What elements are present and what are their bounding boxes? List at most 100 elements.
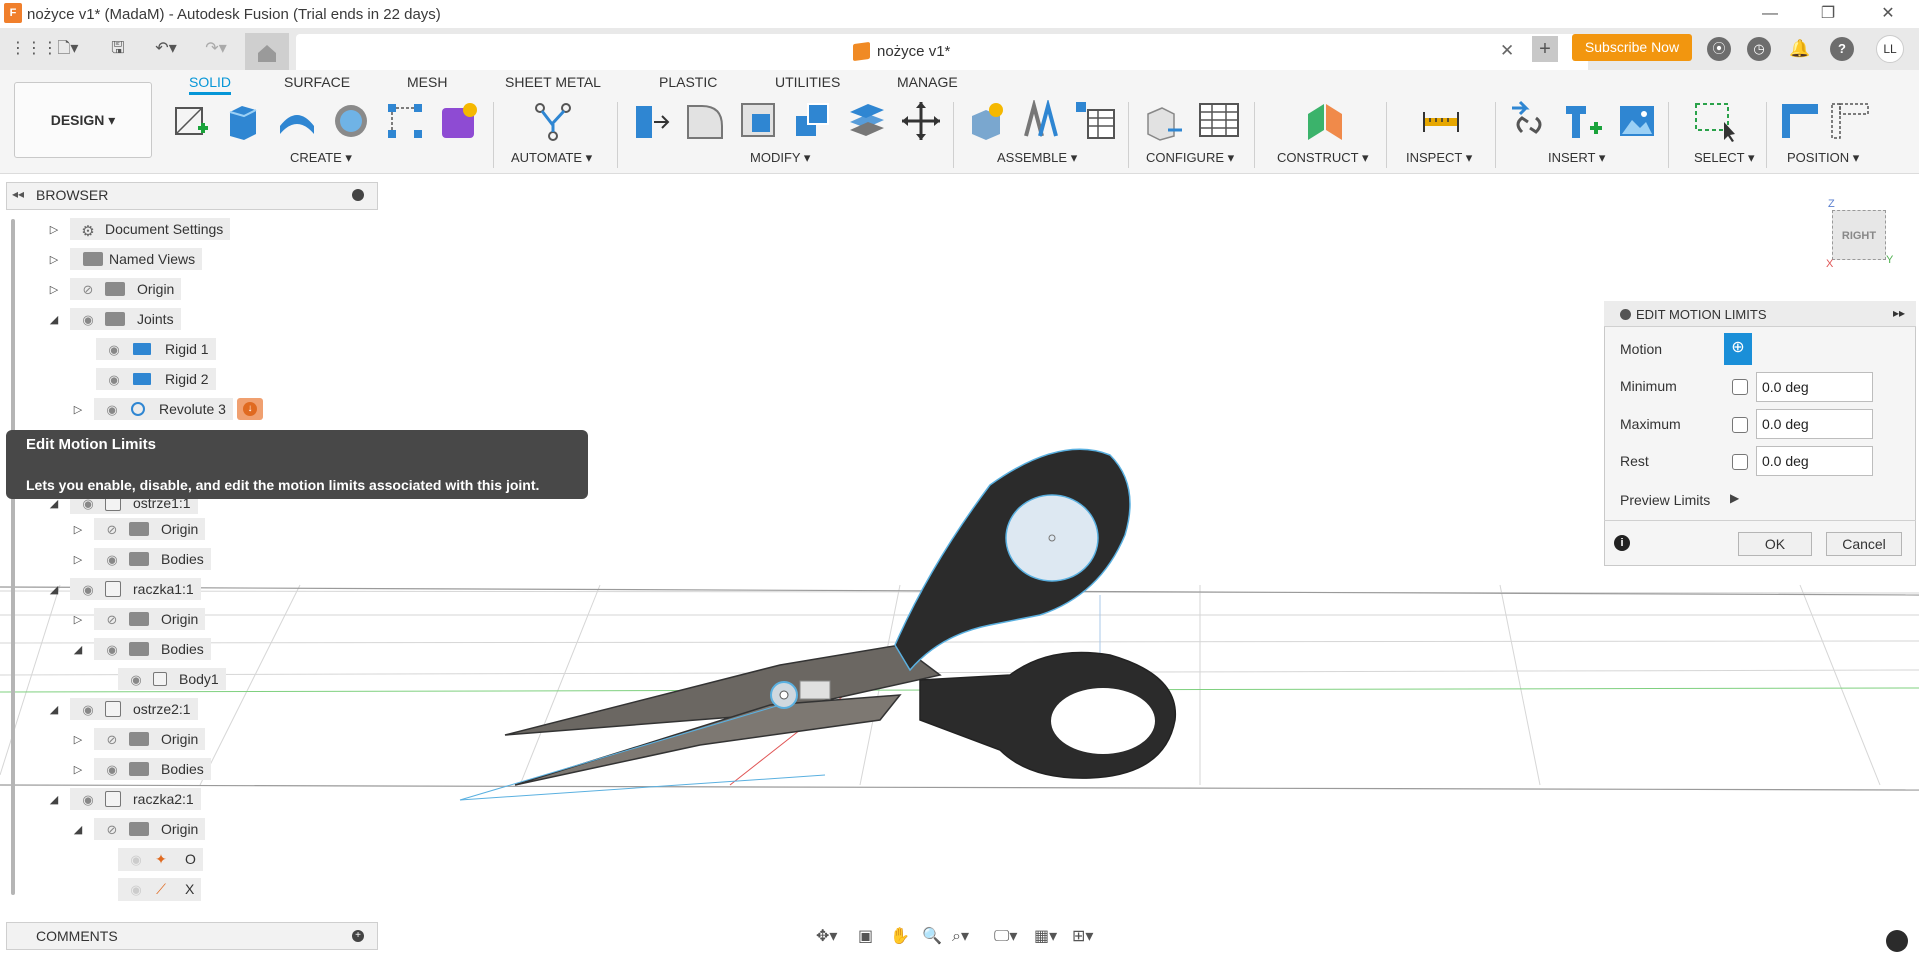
capture-position-icon[interactable] — [1780, 100, 1822, 142]
collapse-arrow-icon[interactable]: ◢ — [48, 793, 60, 806]
tree-item-ostrze2-bodies[interactable]: ▷ ◉ Bodies — [72, 757, 211, 781]
eye-icon[interactable]: ◉ — [101, 402, 123, 417]
browser-pin-icon[interactable] — [352, 189, 364, 201]
extrude-icon[interactable] — [222, 100, 264, 142]
eye-icon[interactable]: ◉ — [77, 312, 99, 327]
dialog-minus-icon[interactable] — [1620, 309, 1631, 320]
configure-dropdown[interactable]: CONFIGURE ▾ — [1146, 150, 1234, 166]
new-component-icon[interactable] — [966, 100, 1008, 142]
user-avatar[interactable]: LL — [1876, 35, 1904, 63]
viewports-icon[interactable]: ⊞▾ — [1072, 926, 1093, 946]
construct-plane-icon[interactable] — [1304, 100, 1346, 142]
tree-item-ostrze1-origin[interactable]: ▷ ⊘ Origin — [72, 517, 206, 541]
add-comment-icon[interactable]: + — [352, 930, 364, 942]
orbit-icon[interactable]: ✥▾ — [816, 926, 837, 946]
window-select-icon[interactable] — [1694, 100, 1736, 142]
tree-item-raczka1-origin[interactable]: ▷ ⊘ Origin — [72, 607, 206, 631]
tree-item-revolute-3[interactable]: ▷ ◉ Revolute 3 ↓ — [72, 397, 263, 421]
tree-item-rigid-1[interactable]: ◉ Rigid 1 — [96, 337, 216, 361]
tree-item-x-axis[interactable]: ◉ ⟋ X — [118, 877, 202, 901]
automate-icon[interactable] — [532, 100, 574, 142]
tree-item-ostrze1-bodies[interactable]: ▷ ◉ Bodies — [72, 547, 211, 571]
extensions-icon[interactable]: ⦿ — [1707, 37, 1731, 61]
revolve-icon[interactable] — [276, 100, 318, 142]
eye-icon[interactable]: ◉ — [101, 642, 123, 657]
new-tab-button[interactable]: + — [1532, 36, 1558, 62]
create-sketch-icon[interactable] — [170, 100, 212, 142]
home-button[interactable] — [245, 33, 289, 70]
shell-icon[interactable] — [738, 100, 780, 142]
eye-icon[interactable]: ◉ — [125, 672, 147, 687]
cancel-button[interactable]: Cancel — [1826, 532, 1902, 556]
expand-arrow-icon[interactable]: ▷ — [48, 223, 60, 236]
notifications-bell-icon[interactable]: 🔔 — [1788, 37, 1812, 61]
hole-icon[interactable] — [330, 100, 372, 142]
form-icon[interactable] — [438, 100, 480, 142]
tab-mesh[interactable]: MESH — [407, 74, 447, 90]
tree-item-raczka1-bodies[interactable]: ◢ ◉ Bodies — [72, 637, 211, 661]
move-copy-icon[interactable] — [900, 100, 942, 142]
position-dropdown[interactable]: POSITION ▾ — [1787, 150, 1859, 166]
configure-icon[interactable] — [1144, 100, 1186, 142]
eye-icon[interactable]: ◉ — [77, 582, 99, 597]
workspace-switcher-button[interactable]: DESIGN ▾ — [14, 82, 152, 158]
display-settings-icon[interactable]: 🖵▾ — [994, 926, 1017, 946]
tab-solid[interactable]: SOLID — [189, 74, 232, 95]
subscribe-button[interactable]: Subscribe Now — [1572, 34, 1692, 61]
fit-icon[interactable]: ⌕▾ — [952, 926, 969, 946]
revert-position-icon[interactable] — [1830, 100, 1872, 142]
construct-dropdown[interactable]: CONSTRUCT ▾ — [1277, 150, 1369, 166]
expand-arrow-icon[interactable]: ▷ — [72, 523, 84, 536]
motion-select-button[interactable]: ⊕ — [1724, 333, 1752, 365]
collapse-arrow-icon[interactable]: ◢ — [72, 823, 84, 836]
close-window-button[interactable]: ✕ — [1868, 2, 1908, 26]
job-status-clock-icon[interactable]: ◷ — [1747, 37, 1771, 61]
insert-derive-icon[interactable] — [1508, 100, 1550, 142]
tree-item-raczka2[interactable]: ◢ ◉ raczka2:1 — [48, 787, 201, 811]
tree-item-ostrze2-origin[interactable]: ▷ ⊘ Origin — [72, 727, 206, 751]
eye-icon[interactable]: ◉ — [101, 552, 123, 567]
eye-icon[interactable]: ◉ — [125, 882, 147, 897]
eye-icon[interactable]: ◉ — [77, 702, 99, 717]
save-icon[interactable]: 🖫 — [106, 37, 130, 61]
minimum-input[interactable]: 0.0 deg — [1756, 372, 1873, 402]
tree-item-named-views[interactable]: ▷ Named Views — [48, 247, 203, 271]
expand-arrow-icon[interactable]: ▷ — [48, 283, 60, 296]
collapse-arrow-icon[interactable]: ◢ — [48, 703, 60, 716]
info-icon[interactable]: i — [1614, 535, 1630, 551]
pan-icon[interactable]: ✋ — [890, 926, 910, 946]
inspect-dropdown[interactable]: INSPECT ▾ — [1406, 150, 1472, 166]
tree-item-body1[interactable]: ◉ Body1 — [118, 667, 226, 691]
tab-manage[interactable]: MANAGE — [897, 74, 958, 90]
insert-canvas-icon[interactable] — [1616, 100, 1658, 142]
tab-sheet-metal[interactable]: SHEET METAL — [505, 74, 601, 90]
undo-icon[interactable]: ↶▾ — [146, 37, 186, 61]
tab-plastic[interactable]: PLASTIC — [659, 74, 717, 90]
browser-scrollbar[interactable] — [11, 219, 15, 895]
eye-hidden-icon[interactable]: ⊘ — [101, 732, 123, 747]
eye-icon[interactable]: ◉ — [125, 852, 147, 867]
tree-item-ostrze2[interactable]: ◢ ◉ ostrze2:1 — [48, 697, 198, 721]
eye-hidden-icon[interactable]: ⊘ — [101, 522, 123, 537]
eye-hidden-icon[interactable]: ⊘ — [101, 612, 123, 627]
look-at-icon[interactable]: ▣ — [858, 926, 873, 946]
help-icon[interactable]: ? — [1830, 37, 1854, 61]
tree-item-raczka1[interactable]: ◢ ◉ raczka1:1 — [48, 577, 201, 601]
collapse-browser-icon[interactable]: ◂◂ — [12, 187, 24, 201]
pattern-icon[interactable] — [384, 100, 426, 142]
tree-item-origin[interactable]: ▷ ⊘ Origin — [48, 277, 182, 301]
maximize-button[interactable]: ❐ — [1808, 2, 1848, 26]
split-body-icon[interactable] — [846, 100, 888, 142]
grid-settings-icon[interactable]: ▦▾ — [1034, 926, 1057, 946]
ok-button[interactable]: OK — [1738, 532, 1812, 556]
collapse-arrow-icon[interactable]: ◢ — [72, 643, 84, 656]
eye-icon[interactable]: ◉ — [103, 372, 125, 387]
zoom-icon[interactable]: 🔍 — [922, 926, 942, 946]
tree-item-joints[interactable]: ◢ ◉ Joints — [48, 307, 181, 331]
preview-play-icon[interactable]: ▶ — [1730, 491, 1739, 505]
expand-arrow-icon[interactable]: ▷ — [72, 613, 84, 626]
file-menu-icon[interactable]: 🗋▾ — [50, 37, 86, 61]
tree-item-origin-point[interactable]: ◉ ✦ O — [118, 847, 203, 871]
insert-dropdown[interactable]: INSERT ▾ — [1548, 150, 1605, 166]
expand-arrow-icon[interactable]: ▷ — [72, 403, 84, 416]
